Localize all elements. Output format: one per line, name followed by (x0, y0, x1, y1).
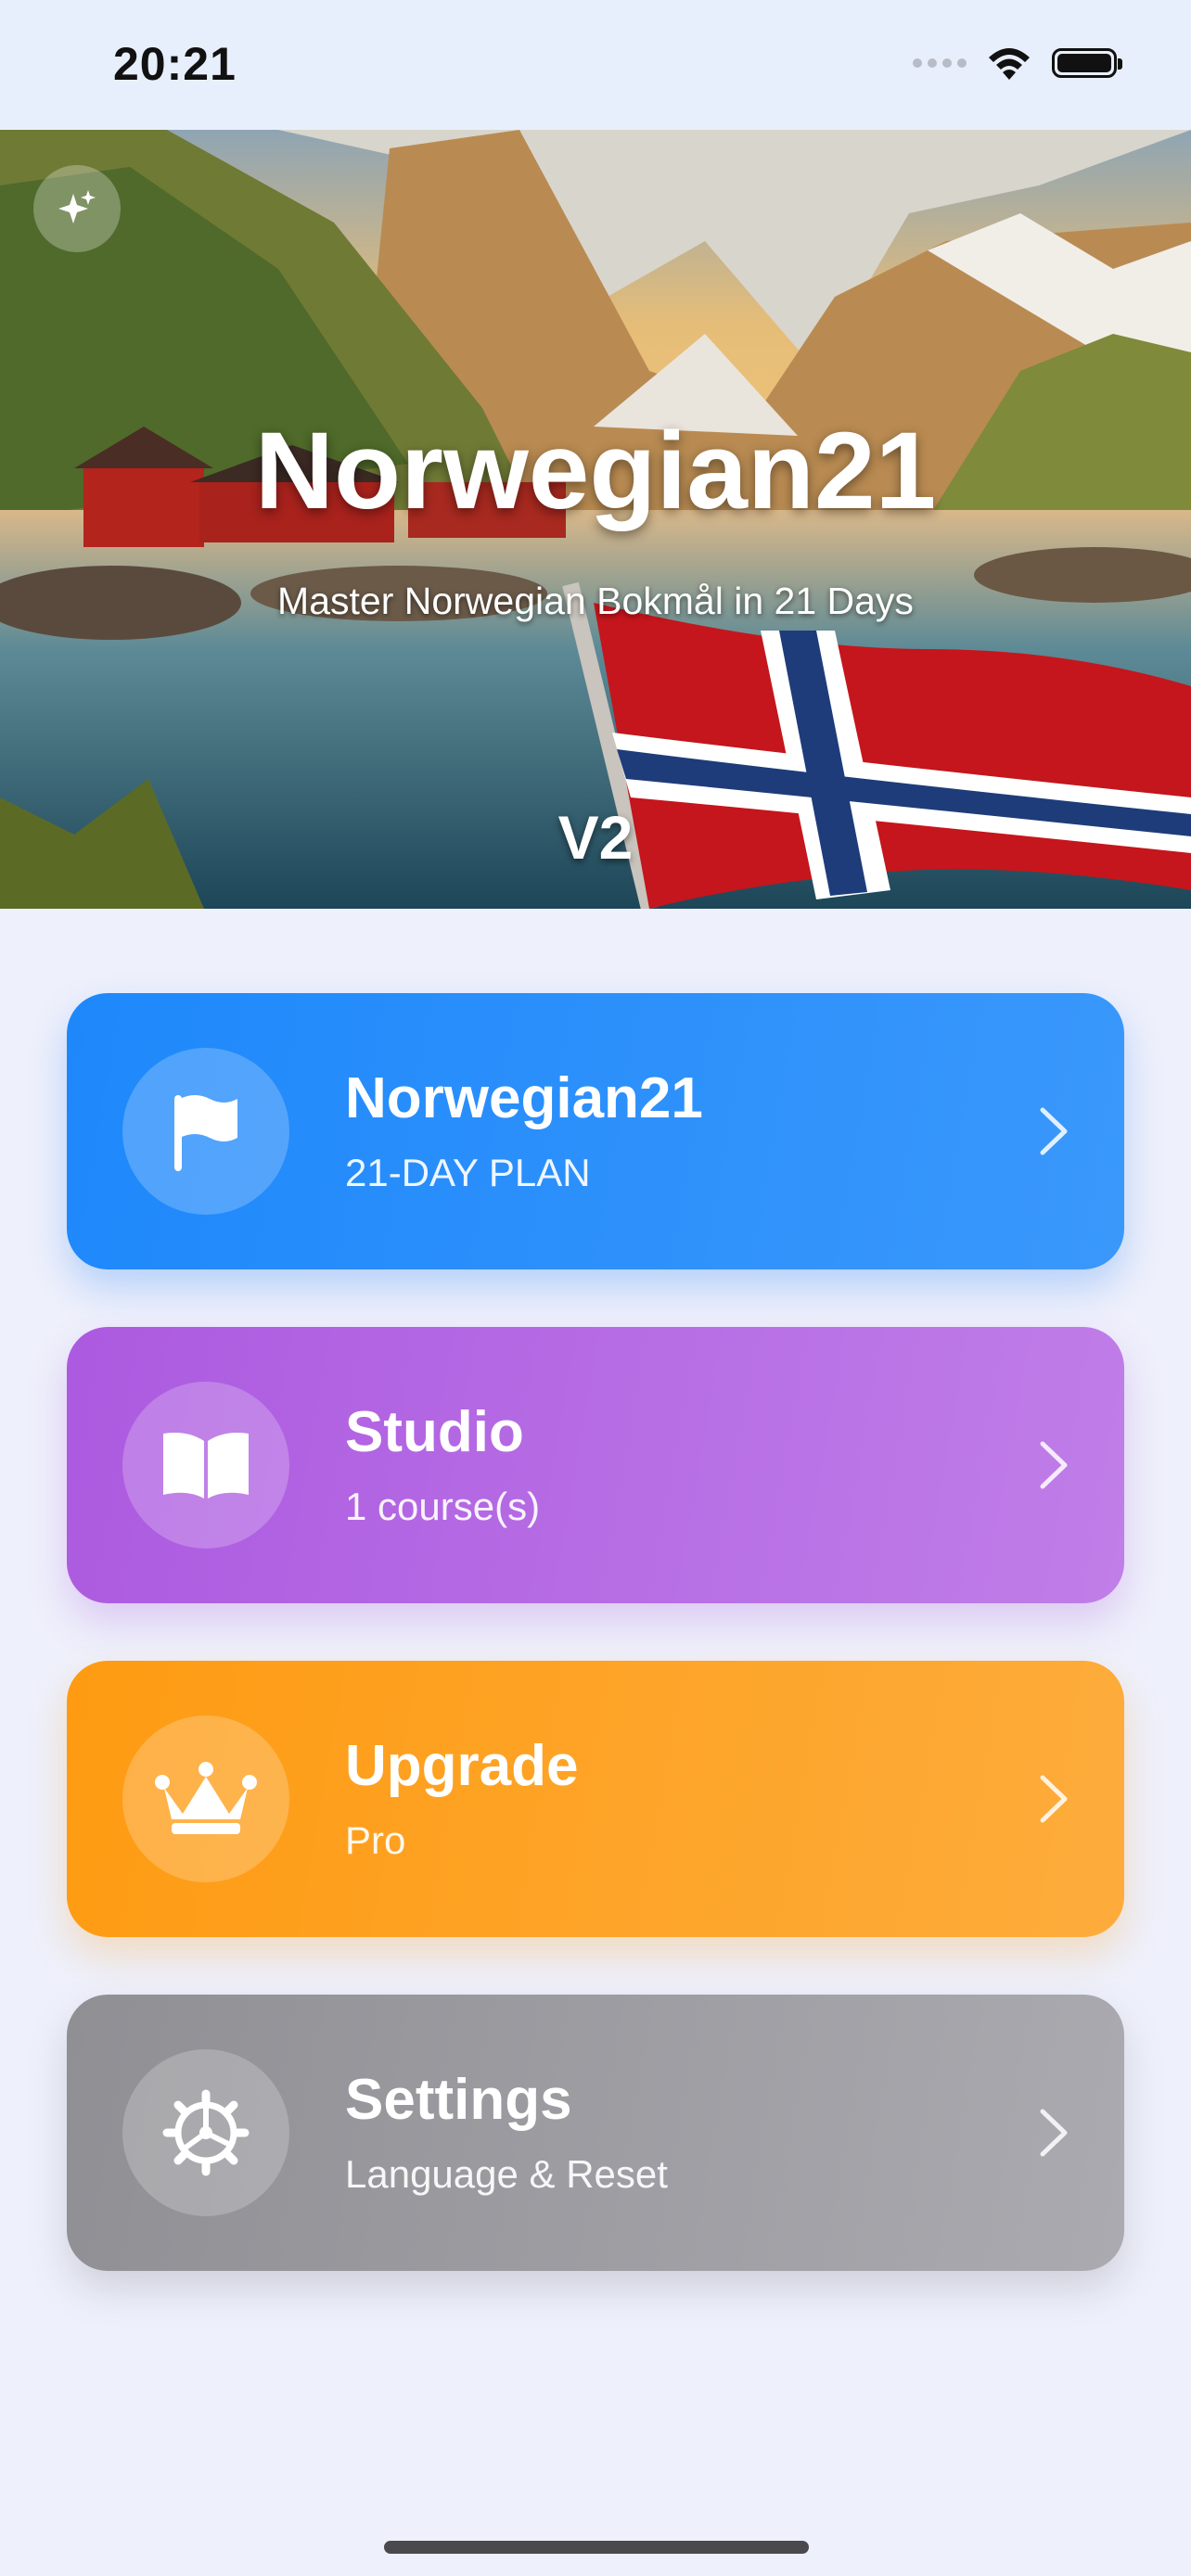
version-label: V2 (557, 803, 634, 872)
plan-card-title: Norwegian21 (345, 1066, 703, 1130)
settings-card-title: Settings (345, 2068, 572, 2132)
plan-card-icon-circle (122, 1048, 289, 1215)
plan-card-subtitle: 21-DAY PLAN (345, 1151, 591, 1194)
plan-card[interactable]: Norwegian21 21-DAY PLAN (67, 993, 1124, 1269)
upgrade-card-subtitle: Pro (345, 1818, 406, 1862)
gear-icon (162, 2089, 250, 2176)
settings-card[interactable]: Settings Language & Reset (67, 1995, 1124, 2271)
status-bar: 20:21 (0, 0, 1191, 130)
app-subtitle: Master Norwegian Bokmål in 21 Days (277, 580, 914, 622)
hero-banner: Norwegian21 Master Norwegian Bokmål in 2… (0, 130, 1191, 909)
studio-card-subtitle: 1 course(s) (345, 1485, 541, 1528)
settings-card-icon-circle (122, 2049, 289, 2216)
sparkle-button[interactable] (33, 165, 121, 252)
status-icons (913, 45, 1122, 82)
crown-icon (155, 1762, 257, 1834)
app-title: Norwegian21 (254, 410, 937, 532)
status-time: 20:21 (113, 38, 237, 90)
battery-icon (1052, 48, 1122, 78)
studio-card-title: Studio (345, 1400, 524, 1464)
upgrade-card-icon-circle (122, 1715, 289, 1882)
chevron-right-icon (1040, 2109, 1068, 2157)
upgrade-card-title: Upgrade (345, 1734, 579, 1798)
cellular-signal-icon (913, 58, 967, 68)
flag-icon (174, 1095, 237, 1171)
home-indicator[interactable] (384, 2541, 809, 2554)
chevron-right-icon (1040, 1107, 1068, 1155)
upgrade-card[interactable]: Upgrade Pro (67, 1661, 1124, 1937)
chevron-right-icon (1040, 1775, 1068, 1823)
sparkles-icon (58, 190, 96, 223)
chevron-right-icon (1040, 1441, 1068, 1489)
settings-card-subtitle: Language & Reset (345, 2152, 668, 2196)
studio-card[interactable]: Studio 1 course(s) (67, 1327, 1124, 1603)
wifi-icon (989, 48, 1030, 80)
studio-card-icon-circle (122, 1382, 289, 1549)
book-icon (163, 1433, 249, 1498)
